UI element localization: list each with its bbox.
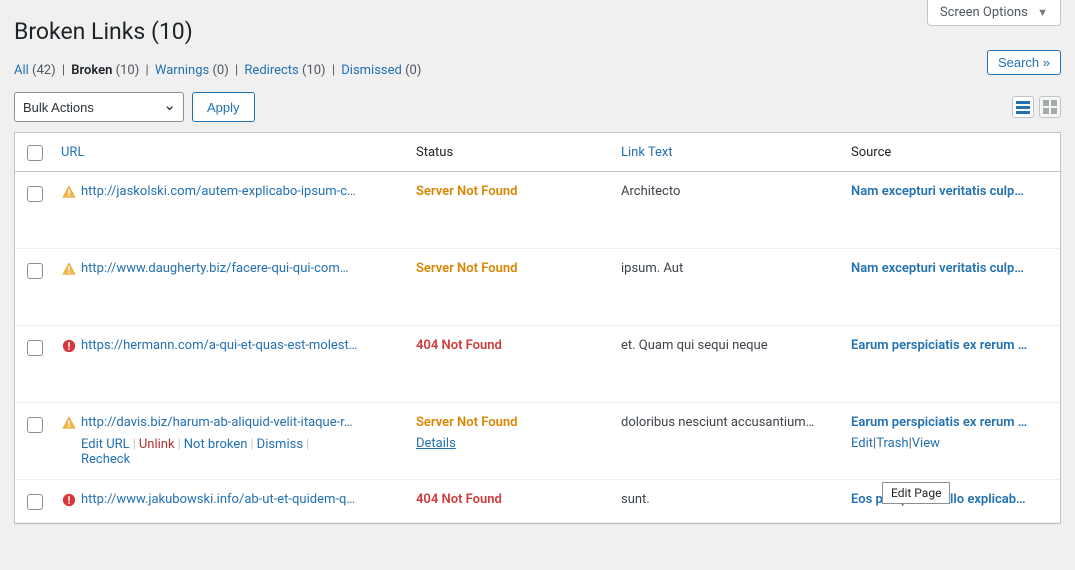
links-table: URL Status Link Text Source http://jasko…	[15, 133, 1060, 523]
filter-dismissed-count: (0)	[405, 63, 421, 78]
row-checkbox[interactable]	[27, 340, 43, 356]
excerpt-view-icon	[1043, 100, 1057, 114]
recheck-action[interactable]: Recheck	[81, 452, 130, 467]
status-text: Server Not Found	[416, 184, 517, 199]
view-source-action[interactable]: View	[912, 436, 940, 451]
table-row: http://davis.biz/harum-ab-aliquid-velit-…	[15, 403, 1060, 480]
warning-icon	[61, 261, 77, 277]
filter-broken-count: (10)	[116, 63, 140, 78]
filter-warnings-count: (0)	[212, 63, 228, 78]
status-text: Server Not Found	[416, 415, 517, 430]
url-link[interactable]: http://jaskolski.com/autem-explicabo-ips…	[81, 184, 396, 199]
table-row: http://jaskolski.com/autem-explicabo-ips…	[15, 172, 1060, 249]
not-broken-action[interactable]: Not broken	[184, 437, 248, 452]
screen-options-label: Screen Options	[940, 5, 1028, 20]
apply-button[interactable]: Apply	[192, 92, 255, 122]
search-button[interactable]: Search »	[987, 50, 1061, 75]
source-link[interactable]: Earum perspiciatis ex rerum …	[851, 415, 1050, 430]
unlink-action[interactable]: Unlink	[139, 437, 175, 452]
filter-broken[interactable]: Broken (10)	[71, 63, 142, 78]
status-text: 404 Not Found	[416, 492, 502, 507]
dismiss-action[interactable]: Dismiss	[257, 437, 303, 452]
error-icon	[61, 338, 77, 354]
filter-redirects[interactable]: Redirects	[244, 63, 298, 78]
row-checkbox[interactable]	[27, 494, 43, 510]
status-text: 404 Not Found	[416, 338, 502, 353]
select-all-checkbox[interactable]	[27, 145, 43, 161]
filter-all[interactable]: All	[14, 63, 29, 78]
col-source: Source	[841, 133, 1060, 172]
source-link[interactable]: Nam excepturi veritatis culp…	[851, 184, 1050, 199]
screen-options-toggle[interactable]: Screen Options ▼	[927, 0, 1061, 26]
link-text: doloribus nesciunt accusantium…	[621, 415, 831, 430]
links-table-wrap: URL Status Link Text Source http://jasko…	[14, 132, 1061, 524]
warning-icon	[61, 415, 77, 431]
row-actions: Edit URL|Unlink|Not broken|Dismiss|Reche…	[81, 437, 396, 467]
view-excerpt-button[interactable]	[1039, 96, 1061, 118]
url-link[interactable]: http://davis.biz/harum-ab-aliquid-velit-…	[81, 415, 396, 430]
trash-source-action[interactable]: Trash	[876, 436, 908, 451]
url-link[interactable]: https://hermann.com/a-qui-et-quas-est-mo…	[81, 338, 396, 353]
filter-all-count: (42)	[32, 63, 56, 78]
view-list-button[interactable]	[1012, 96, 1034, 118]
row-checkbox[interactable]	[27, 417, 43, 433]
row-checkbox[interactable]	[27, 263, 43, 279]
link-text: et. Quam qui sequi neque	[621, 338, 831, 353]
warning-icon	[61, 184, 77, 200]
filter-subnav: All (42) | Broken (10) | Warnings (0) | …	[0, 45, 1075, 88]
col-status: Status	[406, 133, 611, 172]
details-action[interactable]: Details	[416, 436, 601, 451]
edit-url-action[interactable]: Edit URL	[81, 437, 130, 452]
filter-redirects-count: (10)	[302, 63, 326, 78]
table-row: https://hermann.com/a-qui-et-quas-est-mo…	[15, 326, 1060, 403]
link-text: sunt.	[621, 492, 831, 507]
status-text: Server Not Found	[416, 261, 517, 276]
source-actions: Edit|Trash|View	[851, 436, 1050, 451]
col-linktext[interactable]: Link Text	[611, 133, 841, 172]
bulk-actions-select[interactable]: Bulk Actions	[14, 92, 184, 122]
tablenav-top: Bulk Actions Apply	[0, 88, 1075, 132]
link-text: ipsum. Aut	[621, 261, 831, 276]
error-icon	[61, 492, 77, 508]
row-checkbox[interactable]	[27, 186, 43, 202]
chevron-down-icon: ▼	[1037, 6, 1048, 19]
url-link[interactable]: http://www.daugherty.biz/facere-qui-qui-…	[81, 261, 396, 276]
tooltip-edit-page: Edit Page	[882, 482, 950, 504]
source-link[interactable]: Nam excepturi veritatis culp…	[851, 261, 1050, 276]
list-view-icon	[1016, 100, 1030, 114]
filter-warnings[interactable]: Warnings	[155, 63, 209, 78]
edit-source-action[interactable]: Edit	[851, 436, 873, 451]
table-row: http://www.daugherty.biz/facere-qui-qui-…	[15, 249, 1060, 326]
page-title: Broken Links (10)	[0, 0, 1075, 45]
source-link[interactable]: Eos perspiciatis illo explicab…	[851, 492, 1050, 507]
source-link[interactable]: Earum perspiciatis ex rerum …	[851, 338, 1050, 353]
url-link[interactable]: http://www.jakubowski.info/ab-ut-et-quid…	[81, 492, 396, 507]
col-url[interactable]: URL	[51, 133, 406, 172]
filter-dismissed[interactable]: Dismissed	[341, 63, 402, 78]
link-text: Architecto	[621, 184, 831, 199]
